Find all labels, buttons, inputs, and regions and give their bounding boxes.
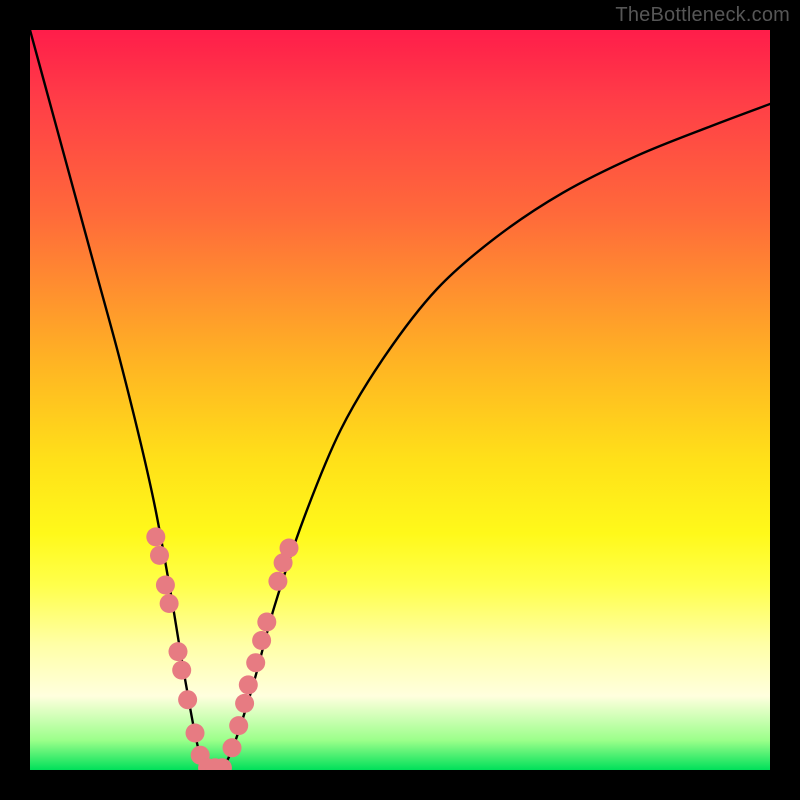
bead-marker [150,546,169,565]
bead-marker [257,613,276,632]
bead-marker [186,724,205,743]
chart-frame: TheBottleneck.com [0,0,800,800]
bead-marker [156,576,175,595]
bead-marker [160,594,179,613]
plot-area [30,30,770,770]
bead-marker [268,572,287,591]
bead-marker [229,716,248,735]
bead-marker [223,738,242,757]
bead-marker [246,653,265,672]
watermark-text: TheBottleneck.com [615,4,790,27]
bead-marker [172,661,191,680]
bottleneck-curve [30,30,770,770]
bead-marker [239,675,258,694]
bead-marker [146,527,165,546]
bead-marker [252,631,271,650]
bead-marker [178,690,197,709]
bead-marker [169,642,188,661]
curve-path [30,30,770,770]
bead-marker [280,539,299,558]
bead-marker [235,694,254,713]
